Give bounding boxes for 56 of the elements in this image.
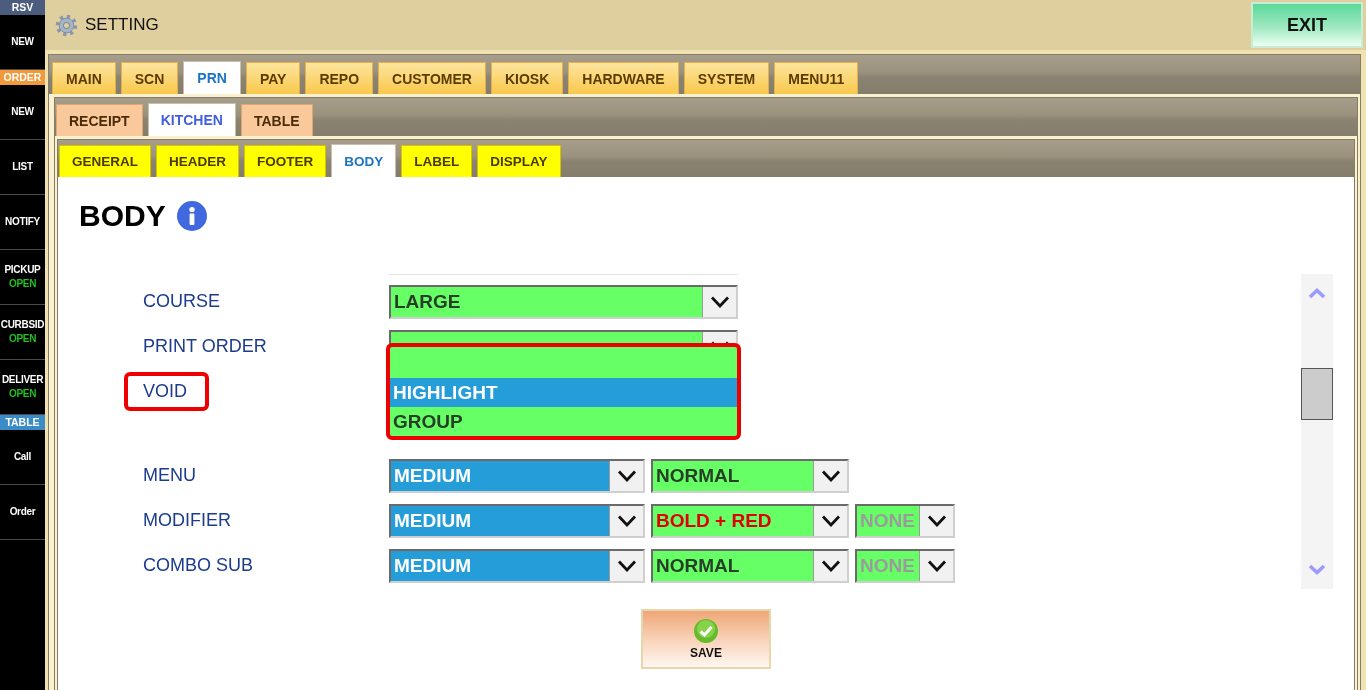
page-title: BODY (79, 198, 166, 234)
tab[interactable]: BODY (331, 144, 397, 177)
status-text: OPEN (8, 387, 37, 401)
chevron-down-icon (919, 550, 953, 581)
status-text: OPEN (8, 332, 37, 346)
tab[interactable]: RECEIPT (56, 104, 143, 136)
info-icon[interactable] (176, 201, 207, 231)
tab[interactable]: GENERAL (59, 145, 151, 177)
scrollbar-track[interactable] (1301, 274, 1333, 589)
tab[interactable]: FOOTER (244, 145, 327, 177)
chevron-down-icon (813, 550, 847, 581)
dropdown-field[interactable]: NORMAL (651, 458, 849, 493)
field-label: COURSE (143, 291, 220, 312)
tab[interactable]: LABEL (401, 145, 473, 177)
tab[interactable]: SYSTEM (683, 62, 770, 94)
tab[interactable]: MENU11 (774, 62, 859, 94)
scrollbar-thumb[interactable] (1301, 368, 1333, 420)
field-label: MODIFIER (143, 510, 231, 531)
chevron-down-icon (919, 505, 953, 536)
chevron-down-icon (813, 505, 847, 536)
section-header: ORDER (0, 70, 45, 85)
tab[interactable]: HARDWARE (568, 62, 679, 94)
tab[interactable]: PRN (183, 61, 241, 94)
tab[interactable]: TABLE (240, 104, 313, 136)
chevron-down-icon[interactable] (1308, 564, 1326, 575)
tab[interactable]: CUSTOMER (378, 62, 486, 94)
section-header: RSV (0, 0, 45, 15)
field-label: COMBO SUB (143, 555, 253, 576)
chevron-up-icon[interactable] (1308, 288, 1326, 299)
tab[interactable]: MAIN (52, 62, 116, 94)
chevron-down-icon (702, 286, 736, 317)
dropdown-option[interactable]: GROUP (390, 407, 737, 436)
dropdown-field[interactable]: LARGE (389, 284, 738, 319)
tab[interactable]: PAY (245, 62, 301, 94)
field-label: VOID (143, 381, 187, 402)
tab[interactable]: SCN (120, 62, 179, 94)
chevron-down-icon (609, 550, 643, 581)
dropdown-field[interactable]: NORMAL (651, 548, 849, 583)
window-title: SETTING (85, 15, 159, 35)
chevron-down-icon (813, 460, 847, 491)
check-circle-icon (694, 618, 718, 643)
dropdown-field[interactable]: BOLD + RED (651, 503, 849, 538)
gear-icon (55, 13, 78, 37)
exit-button[interactable]: EXIT (1251, 2, 1363, 48)
chevron-down-icon (609, 505, 643, 536)
tab[interactable]: KITCHEN (147, 103, 236, 136)
status-text: OPEN (8, 277, 37, 291)
tab[interactable]: DISPLAY (477, 145, 561, 177)
field-label: MENU (143, 465, 196, 486)
section-header: TABLE (0, 415, 45, 430)
save-button[interactable]: SAVE (641, 609, 771, 669)
field-label: PRINT ORDER (143, 336, 267, 357)
tab[interactable]: HEADER (156, 145, 240, 177)
tab[interactable]: KIOSK (490, 62, 564, 94)
chevron-down-icon (609, 460, 643, 491)
tab[interactable]: REPO (305, 62, 374, 94)
